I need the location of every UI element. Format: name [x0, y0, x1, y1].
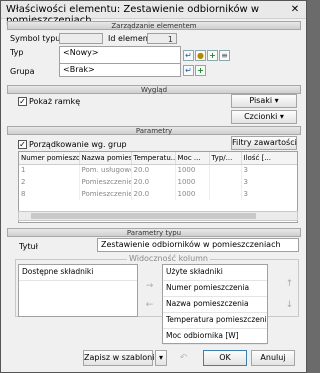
list-item[interactable]: Nazwa pomieszczenia	[163, 297, 267, 313]
table-horizontal-scrollbar[interactable]	[18, 211, 298, 221]
table-cell: Pom. usługowe	[79, 164, 132, 176]
table-cell: 3	[241, 164, 297, 176]
table-cell: 20.0	[131, 188, 176, 200]
table-cell: 3	[241, 188, 297, 200]
symbol-label: Symbol typu	[10, 34, 61, 43]
bulb-icon[interactable]: ●	[195, 50, 206, 61]
type-field[interactable]: <Nowy>	[59, 46, 181, 64]
pens-button[interactable]: Pisaki ▾	[231, 94, 297, 108]
column-visibility-legend: Widoczność kolumn	[127, 254, 210, 263]
table-column-header[interactable]: Temperatu...	[131, 152, 176, 165]
edit-type-icon[interactable]: ≡	[219, 50, 230, 61]
table-cell: 1	[19, 164, 80, 176]
list-item[interactable]: Temperatura pomieszczenia ti [	[163, 313, 267, 329]
table-cell: 3	[241, 176, 297, 188]
table-cell	[209, 176, 242, 188]
show-frame-label: Pokaż ramkę	[29, 97, 81, 106]
type-label: Typ	[10, 48, 24, 57]
section-header-appearance[interactable]: Wygląd	[7, 85, 301, 94]
table-row[interactable]: 2 Pomieszczenie 20.0 1000 3	[19, 176, 297, 188]
symbol-field[interactable]	[59, 33, 103, 44]
close-icon[interactable]: ✕	[288, 4, 302, 16]
table-cell: 8	[19, 188, 80, 200]
content-filters-button[interactable]: Filtry zawartości	[231, 136, 297, 150]
group-sort-checkbox[interactable]: ✓	[18, 140, 27, 149]
table-column-header[interactable]: Typ/...	[209, 152, 242, 165]
table-cell: Pomieszczenie	[79, 176, 132, 188]
table-column-header[interactable]: Moc ...	[175, 152, 210, 165]
list-item[interactable]: Numer pomieszczenia	[163, 281, 267, 297]
section-header-type-parameters[interactable]: Parametry typu	[7, 228, 301, 237]
table-cell: 1000	[175, 176, 210, 188]
move-left-icon[interactable]: ←	[143, 299, 156, 311]
move-down-icon[interactable]: ↓	[283, 299, 296, 311]
table-cell: Pomieszczenie	[79, 188, 132, 200]
table-cell: 1000	[175, 164, 210, 176]
table-cell: 2	[19, 176, 80, 188]
table-row[interactable]: 8 Pomieszczenie 20.0 1000 3	[19, 188, 297, 200]
table-cell	[209, 188, 242, 200]
show-frame-checkbox[interactable]: ✓	[18, 97, 27, 106]
table-cell	[209, 164, 242, 176]
used-components-list[interactable]: Użyte składniki Numer pomieszczenia Nazwa …	[162, 264, 268, 345]
available-header: Dostępne składniki	[19, 265, 137, 281]
ok-button[interactable]: OK	[203, 350, 247, 366]
table-cell: 1000	[175, 188, 210, 200]
list-item[interactable]: Moc odbiornika [W]	[163, 329, 267, 345]
used-header: Użyte składniki	[163, 265, 267, 281]
fonts-button[interactable]: Czcionki ▾	[231, 110, 297, 124]
scrollbar-thumb[interactable]	[31, 213, 256, 219]
move-right-icon[interactable]: →	[143, 280, 156, 292]
pick-type-icon[interactable]: ↵	[183, 50, 194, 61]
add-type-icon[interactable]: +	[207, 50, 218, 61]
pens-button-label: Pisaki	[249, 96, 273, 105]
cancel-button[interactable]: Anuluj	[251, 350, 295, 366]
table-cell: 20.0	[131, 176, 176, 188]
properties-window: Właściwości elementu: Zestawienie odbior…	[0, 0, 307, 373]
group-sort-label: Porządkowanie wg. grup	[29, 140, 127, 149]
id-field: 1	[147, 33, 177, 44]
title-label: Tytuł	[19, 242, 38, 251]
title-bar[interactable]: Właściwości elementu: Zestawienie odbior…	[1, 1, 306, 26]
title-input[interactable]: Zestawienie odbiorników w pomieszczeniac…	[97, 238, 299, 252]
table-column-header[interactable]: Nazwa pomies...	[79, 152, 132, 165]
group-label: Grupa	[10, 67, 35, 76]
section-header-management[interactable]: Zarządzanie elementem	[7, 21, 301, 30]
undo-icon[interactable]: ↶	[177, 352, 190, 364]
table-column-header[interactable]: Ilość [...	[241, 152, 297, 165]
move-up-icon[interactable]: ↑	[283, 278, 296, 290]
pick-group-icon[interactable]: ↵	[183, 65, 194, 76]
fonts-button-label: Czcionki	[244, 112, 278, 121]
group-field[interactable]: <Brak>	[59, 63, 181, 77]
table-cell: 20.0	[131, 164, 176, 176]
available-components-list[interactable]: Dostępne składniki	[18, 264, 138, 317]
save-template-button[interactable]: Zapisz w szablonie	[83, 350, 159, 366]
table-column-header[interactable]: Numer pomieszczenia	[19, 152, 80, 165]
table-row[interactable]: 1 Pom. usługowe 20.0 1000 3	[19, 164, 297, 176]
section-header-parameters[interactable]: Parametry	[7, 126, 301, 135]
save-template-dropdown[interactable]: ▾	[155, 350, 167, 366]
add-group-icon[interactable]: +	[195, 65, 206, 76]
